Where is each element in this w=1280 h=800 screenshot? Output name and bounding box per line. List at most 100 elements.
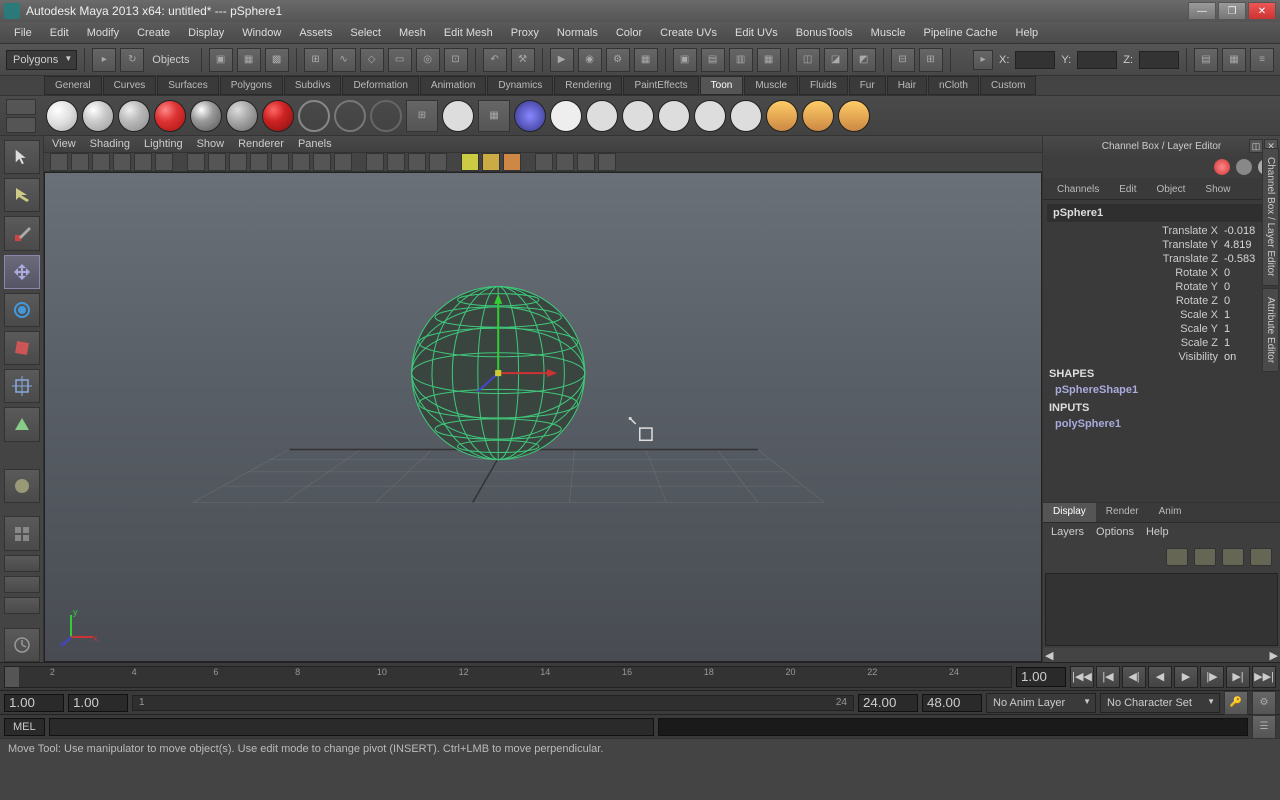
toon-brush-4[interactable] bbox=[586, 100, 618, 132]
layer-tab-render[interactable]: Render bbox=[1096, 503, 1149, 522]
render-icon[interactable]: ▶ bbox=[550, 48, 574, 72]
shelf-tab-hair[interactable]: Hair bbox=[887, 76, 927, 95]
sel-mode-3[interactable]: ▩ bbox=[265, 48, 289, 72]
maximize-button[interactable]: ❐ bbox=[1218, 2, 1246, 20]
universal-tool[interactable] bbox=[4, 369, 40, 403]
toon-brush-7[interactable] bbox=[694, 100, 726, 132]
go-start-icon[interactable]: |◀◀ bbox=[1070, 666, 1094, 688]
shelf-tab-toon[interactable]: Toon bbox=[700, 76, 744, 95]
vp-btn-9[interactable] bbox=[229, 153, 247, 171]
snap-live-icon[interactable]: ◎ bbox=[416, 48, 440, 72]
menu-modify[interactable]: Modify bbox=[79, 25, 127, 41]
toon-shader-dark[interactable] bbox=[190, 100, 222, 132]
render-view-icon[interactable]: ▦ bbox=[634, 48, 658, 72]
shelf-tab-subdivs[interactable]: Subdivs bbox=[284, 76, 342, 95]
range-start-inner[interactable] bbox=[68, 694, 128, 712]
vp-btn-8[interactable] bbox=[208, 153, 226, 171]
toon-shader-light[interactable] bbox=[82, 100, 114, 132]
toon-shader-red2[interactable] bbox=[262, 100, 294, 132]
auto-key-icon[interactable]: 🔑 bbox=[1224, 691, 1248, 715]
timeline-track[interactable]: 124681012141618202224 bbox=[4, 666, 1012, 688]
menu-proxy[interactable]: Proxy bbox=[503, 25, 547, 41]
cb-tab-edit[interactable]: Edit bbox=[1109, 181, 1146, 199]
mode-selector[interactable]: Polygons bbox=[6, 50, 77, 70]
shelf-tab-animation[interactable]: Animation bbox=[420, 76, 486, 95]
toon-brush-8[interactable] bbox=[730, 100, 762, 132]
toon-shader-white[interactable] bbox=[46, 100, 78, 132]
attr-row[interactable]: Rotate X0 bbox=[1047, 266, 1276, 280]
vp-btn-18[interactable] bbox=[429, 153, 447, 171]
vp-light-1[interactable] bbox=[461, 153, 479, 171]
scroll-left-icon[interactable]: ◀ bbox=[1045, 649, 1053, 662]
shelf-tab-muscle[interactable]: Muscle bbox=[744, 76, 798, 95]
layer-icon-4[interactable] bbox=[1250, 548, 1272, 566]
vp-menu-view[interactable]: View bbox=[52, 138, 76, 150]
layer-icon-2[interactable] bbox=[1194, 548, 1216, 566]
vp-menu-show[interactable]: Show bbox=[197, 138, 225, 150]
toon-shader-red[interactable] bbox=[154, 100, 186, 132]
toon-brush-1[interactable] bbox=[442, 100, 474, 132]
sidebar-toggle-3-icon[interactable]: ≡ bbox=[1250, 48, 1274, 72]
toon-outline-3[interactable] bbox=[370, 100, 402, 132]
vp-btn-1[interactable] bbox=[50, 153, 68, 171]
toon-outline-1[interactable] bbox=[298, 100, 330, 132]
sel-mode-1[interactable]: ▣ bbox=[209, 48, 233, 72]
shelf-tab-custom[interactable]: Custom bbox=[980, 76, 1036, 95]
prefs-icon[interactable]: ⚙ bbox=[1252, 691, 1276, 715]
vp-menu-renderer[interactable]: Renderer bbox=[238, 138, 284, 150]
attr-row[interactable]: Scale X1 bbox=[1047, 308, 1276, 322]
view-single[interactable] bbox=[4, 469, 40, 503]
tool-e-icon[interactable]: ⊞ bbox=[919, 48, 943, 72]
range-end-inner[interactable] bbox=[858, 694, 918, 712]
vp-btn-20[interactable] bbox=[556, 153, 574, 171]
vp-btn-2[interactable] bbox=[71, 153, 89, 171]
attr-row[interactable]: Rotate Z0 bbox=[1047, 294, 1276, 308]
menu-color[interactable]: Color bbox=[608, 25, 650, 41]
time-tool[interactable] bbox=[4, 628, 40, 662]
vp-btn-21[interactable] bbox=[577, 153, 595, 171]
vp-btn-3[interactable] bbox=[92, 153, 110, 171]
menu-edit-uvs[interactable]: Edit UVs bbox=[727, 25, 786, 41]
cb-tab-object[interactable]: Object bbox=[1147, 181, 1196, 199]
vp-btn-7[interactable] bbox=[187, 153, 205, 171]
vp-menu-lighting[interactable]: Lighting bbox=[144, 138, 183, 150]
view-four[interactable] bbox=[4, 516, 40, 550]
sel-mode-2[interactable]: ▦ bbox=[237, 48, 261, 72]
status-btn-1[interactable]: ▸ bbox=[92, 48, 116, 72]
lasso-tool[interactable] bbox=[4, 178, 40, 212]
attr-row[interactable]: Translate Y4.819 bbox=[1047, 238, 1276, 252]
menu-edit[interactable]: Edit bbox=[42, 25, 77, 41]
layout-2-icon[interactable]: ▤ bbox=[701, 48, 725, 72]
manip-icon-1[interactable] bbox=[1214, 159, 1230, 175]
character-set-dropdown[interactable]: No Character Set bbox=[1100, 693, 1220, 713]
vp-btn-6[interactable] bbox=[155, 153, 173, 171]
menu-pipeline-cache[interactable]: Pipeline Cache bbox=[916, 25, 1006, 41]
vp-light-3[interactable] bbox=[503, 153, 521, 171]
shelf-tab-fur[interactable]: Fur bbox=[849, 76, 886, 95]
shelf-tab-fluids[interactable]: Fluids bbox=[799, 76, 848, 95]
side-tab-attribute-editor[interactable]: Attribute Editor bbox=[1262, 288, 1279, 372]
viewport-3d[interactable]: y x z bbox=[44, 172, 1042, 662]
go-end-icon[interactable]: ▶▶| bbox=[1252, 666, 1276, 688]
menu-display[interactable]: Display bbox=[180, 25, 232, 41]
vp-btn-11[interactable] bbox=[271, 153, 289, 171]
range-start-outer[interactable] bbox=[4, 694, 64, 712]
cmd-language-label[interactable]: MEL bbox=[4, 718, 45, 736]
snap-view-icon[interactable]: ⊡ bbox=[444, 48, 468, 72]
vp-btn-15[interactable] bbox=[366, 153, 384, 171]
range-track[interactable]: 1 24 bbox=[132, 695, 854, 711]
vp-menu-panels[interactable]: Panels bbox=[298, 138, 332, 150]
tool-c-icon[interactable]: ◩ bbox=[852, 48, 876, 72]
layer-icon-1[interactable] bbox=[1166, 548, 1188, 566]
construction-icon[interactable]: ⚒ bbox=[511, 48, 535, 72]
cb-tab-channels[interactable]: Channels bbox=[1047, 181, 1109, 199]
menu-window[interactable]: Window bbox=[234, 25, 289, 41]
step-back-key-icon[interactable]: |◀ bbox=[1096, 666, 1120, 688]
vp-btn-17[interactable] bbox=[408, 153, 426, 171]
step-back-icon[interactable]: ◀| bbox=[1122, 666, 1146, 688]
play-back-icon[interactable]: ◀ bbox=[1148, 666, 1172, 688]
paint-tool[interactable] bbox=[4, 216, 40, 250]
shelf-tab-ncloth[interactable]: nCloth bbox=[928, 76, 979, 95]
sidebar-toggle-1-icon[interactable]: ▤ bbox=[1194, 48, 1218, 72]
attr-row[interactable]: Scale Z1 bbox=[1047, 336, 1276, 350]
